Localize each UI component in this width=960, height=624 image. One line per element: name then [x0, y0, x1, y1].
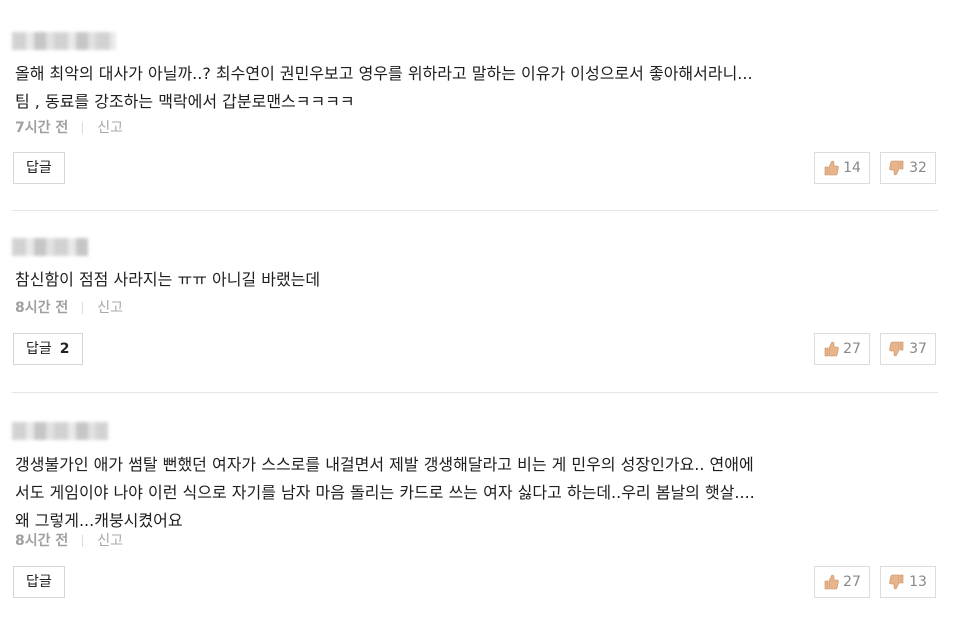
like-button[interactable]: 27 — [814, 333, 870, 365]
comment-divider — [12, 210, 938, 211]
reply-label: 답글 — [26, 341, 52, 357]
comment-text: 올해 최악의 대사가 아닐까..? 최수연이 권민우보고 영우를 위하라고 말하… — [15, 64, 753, 111]
meta-separator — [82, 122, 84, 134]
username-blurred — [12, 32, 116, 50]
reply-label: 답글 — [26, 574, 52, 590]
comment-time: 8시간 전 — [15, 533, 69, 549]
thumbs-up-icon — [824, 341, 839, 357]
dislike-button[interactable]: 13 — [880, 566, 936, 598]
thumbs-down-icon — [889, 160, 904, 176]
thumbs-up-icon — [824, 160, 839, 176]
reply-button[interactable]: 답글 2 — [13, 333, 83, 365]
comment-text: 갱생불가인 애가 썸탈 뻔했던 여자가 스스로를 내걸면서 제발 갱생해달라고 … — [15, 455, 755, 530]
report-link[interactable]: 신고 — [97, 118, 123, 138]
meta-separator — [82, 535, 84, 547]
reply-button[interactable]: 답글 — [13, 152, 65, 184]
dislike-count: 32 — [909, 160, 927, 176]
meta-separator — [82, 302, 84, 314]
report-link[interactable]: 신고 — [97, 298, 123, 318]
reply-button[interactable]: 답글 — [13, 566, 65, 598]
thumbs-down-icon — [889, 341, 904, 357]
comment-meta: 8시간 전 신고 — [15, 531, 123, 551]
dislike-count: 37 — [909, 341, 927, 357]
comment-meta: 7시간 전 신고 — [15, 118, 123, 138]
thumbs-down-icon — [889, 574, 904, 590]
dislike-count: 13 — [909, 574, 927, 590]
comment-time: 8시간 전 — [15, 300, 69, 316]
like-count: 27 — [843, 341, 861, 357]
reply-count: 2 — [59, 341, 70, 357]
dislike-button[interactable]: 32 — [880, 152, 936, 184]
like-button[interactable]: 27 — [814, 566, 870, 598]
comment-time: 7시간 전 — [15, 120, 69, 136]
like-count: 27 — [843, 574, 861, 590]
username-blurred — [12, 422, 108, 440]
comment-text: 참신함이 점점 사라지는 ㅠㅠ 아니길 바랬는데 — [15, 270, 321, 289]
thumbs-up-icon — [824, 574, 839, 590]
like-count: 14 — [843, 160, 861, 176]
dislike-button[interactable]: 37 — [880, 333, 936, 365]
report-link[interactable]: 신고 — [97, 531, 123, 551]
username-blurred — [12, 238, 88, 256]
comment-meta: 8시간 전 신고 — [15, 298, 123, 318]
like-button[interactable]: 14 — [814, 152, 870, 184]
reply-label: 답글 — [26, 160, 52, 176]
comment-divider — [12, 392, 938, 393]
